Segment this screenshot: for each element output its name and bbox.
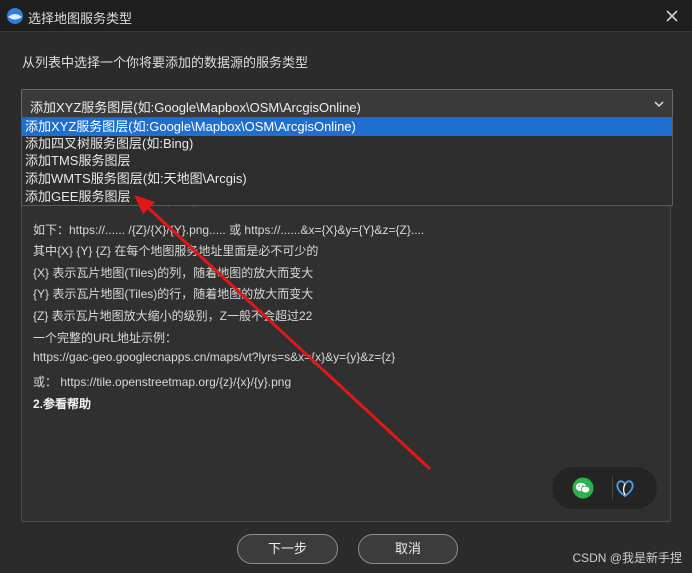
heart-logo-icon[interactable] — [614, 477, 636, 499]
help-line: 一个完整的URL地址示例： — [33, 331, 178, 345]
toolbar-divider — [612, 476, 613, 500]
help-line: 其中{X} {Y} {Z} 在每个地图服务地址里面是必不可少的 — [33, 244, 319, 258]
help-line: {Z} 表示瓦片地图放大缩小的级别，Z一般不会超过22 — [33, 309, 313, 323]
service-type-dropdown: 添加XYZ服务图层(如:Google\Mapbox\OSM\ArcgisOnli… — [21, 117, 673, 206]
floating-toolbar — [552, 467, 657, 509]
window-title: 选择地图服务类型 — [28, 11, 133, 26]
help-section-title: 2.参看帮助 — [33, 397, 92, 411]
wechat-icon[interactable] — [572, 477, 594, 499]
instruction-text: 从列表中选择一个你将要添加的数据源的服务类型 — [22, 55, 309, 70]
help-line: https://gac-geo.googlecnapps.cn/maps/vt?… — [33, 350, 396, 364]
help-line: {X} 表示瓦片地图(Tiles)的列，随着地图的放大而变大 — [33, 266, 314, 280]
chevron-down-icon[interactable] — [652, 97, 666, 111]
help-line: 或： https://tile.openstreetmap.org/{z}/{x… — [33, 375, 292, 389]
dropdown-option-tms[interactable]: 添加TMS服务图层 — [22, 152, 672, 170]
service-type-select[interactable]: 添加XYZ服务图层(如:Google\Mapbox\OSM\ArcgisOnli… — [21, 89, 673, 119]
help-line: 如下：https://...... /{Z}/{X}/{Y}.png..... … — [33, 223, 425, 237]
close-icon[interactable] — [660, 4, 684, 28]
help-line: {Y} 表示瓦片地图(Tiles)的行，随着地图的放大而变大 — [33, 287, 314, 301]
cancel-button[interactable]: 取消 — [358, 534, 458, 564]
select-value: 添加XYZ服务图层(如:Google\Mapbox\OSM\ArcgisOnli… — [30, 100, 361, 115]
title-bar: 选择地图服务类型 — [0, 0, 692, 32]
dropdown-option-xyz[interactable]: 添加XYZ服务图层(如:Google\Mapbox\OSM\ArcgisOnli… — [22, 118, 672, 136]
dropdown-option-wmts[interactable]: 添加WMTS服务图层(如:天地图\Arcgis) — [22, 170, 672, 188]
dropdown-option-gee[interactable]: 添加GEE服务图层 — [22, 188, 672, 206]
dropdown-option-quadtree[interactable]: 添加四叉树服务图层(如:Bing) — [22, 135, 672, 153]
next-button[interactable]: 下一步 — [237, 534, 338, 564]
watermark: CSDN @我是新手捏 — [572, 551, 682, 565]
app-logo-icon — [7, 8, 23, 24]
